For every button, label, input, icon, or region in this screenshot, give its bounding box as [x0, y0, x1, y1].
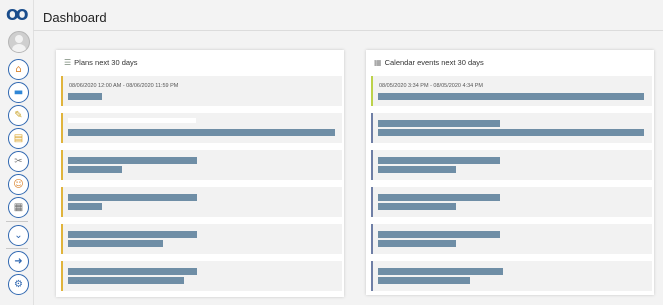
edit-note-icon[interactable]: ✎	[8, 105, 29, 126]
redacted-text	[68, 194, 197, 201]
redacted-text	[68, 240, 163, 247]
page-title: Dashboard	[43, 10, 107, 25]
calendar-event-item[interactable]	[371, 224, 652, 254]
side-nav: OO ⌂ ▬ ✎ ▤ ✂ ☺ ▦ ⌄ ➜ ⚙	[0, 0, 34, 305]
redacted-text	[68, 93, 102, 100]
chat-icon[interactable]: ▬	[8, 82, 29, 103]
redacted-text	[378, 194, 500, 201]
plan-item[interactable]	[61, 224, 342, 254]
redacted-text	[68, 231, 197, 238]
redacted-text	[378, 240, 456, 247]
calendar-icon: ▦	[374, 58, 382, 67]
redacted-text	[378, 166, 456, 173]
calendar-panel-title: Calendar events next 30 days	[384, 58, 484, 67]
nav-divider	[6, 248, 28, 249]
redacted-text	[68, 118, 196, 123]
nav-divider	[6, 221, 28, 222]
redacted-text	[378, 277, 470, 284]
plan-item[interactable]	[61, 261, 342, 291]
calendar-event-item[interactable]: 08/05/2020 3:34 PM - 08/05/2020 4:34 PM	[371, 76, 652, 106]
tools-icon[interactable]: ✂	[8, 151, 29, 172]
calendar-event-item[interactable]	[371, 261, 652, 291]
redacted-text	[68, 277, 184, 284]
calendar-event-item[interactable]	[371, 187, 652, 217]
plan-list-icon: ☰	[64, 58, 72, 67]
logout-icon[interactable]: ➜	[8, 251, 29, 272]
calendar-icon[interactable]: ▦	[8, 197, 29, 218]
redacted-text	[378, 268, 503, 275]
redacted-text	[378, 203, 456, 210]
plans-panel: ☰ Plans next 30 days 08/06/2020 12:00 AM…	[56, 50, 344, 297]
plan-item[interactable]	[61, 113, 342, 143]
home-icon[interactable]: ⌂	[8, 59, 29, 80]
redacted-text	[68, 268, 197, 275]
header-divider	[33, 30, 663, 31]
calendar-panel: ▦ Calendar events next 30 days 08/05/202…	[366, 50, 654, 295]
redacted-text	[68, 166, 122, 173]
plan-item[interactable]	[61, 187, 342, 217]
redacted-text	[68, 157, 197, 164]
calendar-event-item[interactable]	[371, 113, 652, 143]
user-avatar[interactable]	[8, 31, 30, 53]
app-logo[interactable]: OO	[6, 8, 30, 23]
calendar-panel-header: ▦ Calendar events next 30 days	[374, 58, 484, 67]
redacted-text	[68, 129, 335, 136]
redacted-text	[378, 157, 500, 164]
calendar-event-item[interactable]	[371, 150, 652, 180]
redacted-text	[68, 203, 102, 210]
folder-icon[interactable]: ▤	[8, 128, 29, 149]
person-icon[interactable]: ☺	[8, 174, 29, 195]
plans-panel-title: Plans next 30 days	[74, 58, 138, 67]
redacted-text	[378, 120, 500, 127]
plan-item-time: 08/06/2020 12:00 AM - 08/06/2020 11:59 P…	[69, 83, 179, 89]
redacted-text	[378, 93, 644, 100]
settings-icon[interactable]: ⚙	[8, 274, 29, 295]
chevron-down-icon[interactable]: ⌄	[8, 225, 29, 246]
plans-panel-header: ☰ Plans next 30 days	[64, 58, 138, 67]
plan-item[interactable]: 08/06/2020 12:00 AM - 08/06/2020 11:59 P…	[61, 76, 342, 106]
plan-item[interactable]	[61, 150, 342, 180]
calendar-event-time: 08/05/2020 3:34 PM - 08/05/2020 4:34 PM	[379, 83, 483, 89]
redacted-text	[378, 129, 644, 136]
redacted-text	[378, 231, 500, 238]
